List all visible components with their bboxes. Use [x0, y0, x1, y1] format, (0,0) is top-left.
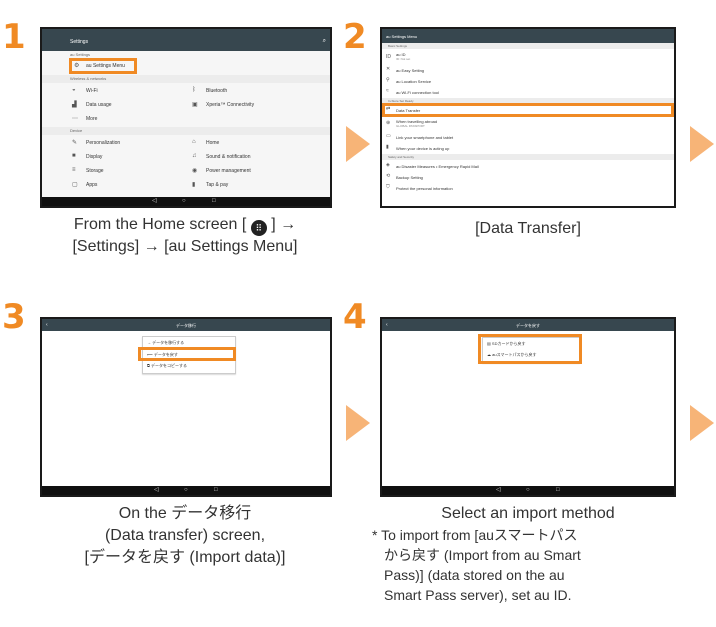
next-step-arrow — [346, 405, 370, 441]
tools-icon: ✕ — [386, 66, 391, 72]
search-icon[interactable]: ⌕ — [323, 38, 326, 45]
step4-note: * To import from [auスマートパス から戻す (Import … — [372, 527, 581, 603]
link-icon: ▭ — [386, 133, 391, 139]
shield-icon: ⛉ — [386, 184, 390, 190]
abroad-item[interactable]: ⊕ When travelling abroad GLOBAL PASSPORT — [382, 117, 674, 131]
next-step-arrow — [346, 126, 370, 162]
tap-pay-item[interactable]: ▮ Tap & pay — [42, 179, 330, 191]
step2-caption: [Data Transfer] — [475, 220, 581, 237]
location-service-item[interactable]: ⚲ au Location Service — [382, 76, 674, 86]
step-number-2: 2 — [343, 17, 367, 57]
home-nav-icon[interactable]: ○ — [182, 197, 186, 206]
disaster-item[interactable]: ◈ au Disaster Measures • Emergency Rapid … — [382, 161, 674, 171]
home-icon: ⌂ — [192, 139, 196, 145]
bluetooth-icon: ᛒ — [192, 87, 196, 93]
device-header: Device — [42, 127, 330, 135]
backup-item[interactable]: ⟲ Backup Setting — [382, 172, 674, 182]
tap-pay-icon: ▮ — [192, 182, 196, 188]
data-transfer-title: データ移行 — [176, 323, 196, 328]
recent-apps-icon[interactable]: □ — [556, 486, 560, 495]
sound-item[interactable]: ♫ Sound & notification — [42, 151, 330, 163]
step-number-4: 4 — [343, 297, 367, 337]
step4-caption: Select an import method — [441, 505, 615, 522]
home-nav-icon[interactable]: ○ — [184, 486, 188, 495]
step2-tablet-screenshot: au Settings Menu Basic Settings ID au ID… — [380, 27, 676, 208]
highlight-import-data — [138, 347, 236, 361]
navigation-bar: ◁ ○ □ — [382, 486, 674, 495]
step3-tablet-screenshot: ‹ データ移行 → データを移行する ⟵ データを戻す ⧉ データをコピーする … — [40, 317, 332, 497]
bluetooth-item[interactable]: ᛒ Bluetooth — [42, 85, 330, 97]
highlight-data-transfer — [382, 103, 674, 117]
highlight-import-options — [478, 334, 582, 364]
import-data-title: データを戻す — [516, 323, 540, 328]
next-step-arrow — [690, 126, 714, 162]
basic-settings-header: Basic Settings — [382, 43, 674, 49]
back-icon[interactable]: ◁ — [152, 197, 157, 206]
au-settings-menu-title: au Settings Menu — [386, 34, 418, 39]
copy-icon: ⧉ — [147, 363, 150, 368]
next-step-arrow — [690, 405, 714, 441]
back-icon[interactable]: ◁ — [496, 486, 501, 495]
recent-apps-icon[interactable]: □ — [214, 486, 218, 495]
navigation-bar: ◁ ○ □ — [42, 197, 330, 206]
recent-apps-icon[interactable]: □ — [212, 197, 216, 206]
location-pin-icon: ⚲ — [386, 77, 390, 83]
transfer-out-icon: → — [147, 340, 151, 345]
step-number-1: 1 — [2, 17, 26, 57]
navigation-bar: ◁ ○ □ — [42, 486, 330, 495]
more-icon: ⋯ — [72, 116, 78, 122]
safety-header: Safety and Security — [382, 154, 674, 160]
wireless-header: Wireless & networks — [42, 75, 330, 83]
easy-setting-item[interactable]: ✕ au Easy Setting — [382, 65, 674, 75]
apps-launcher-icon: ⠿ — [250, 220, 267, 236]
xperia-connectivity-item[interactable]: ▣ Xperia™ Connectivity — [42, 99, 330, 111]
backup-icon: ⟲ — [386, 173, 391, 179]
step-number-3: 3 — [2, 297, 26, 337]
option-transfer-data[interactable]: → データを移行する — [147, 338, 231, 347]
globe-icon: ⊕ — [386, 120, 391, 126]
step1-tablet-screenshot: Settings ⌕ au Settings ⚙ au Settings Men… — [40, 27, 332, 208]
more-item[interactable]: ⋯ More — [42, 113, 330, 125]
sound-icon: ♫ — [192, 153, 197, 159]
option-copy-data[interactable]: ⧉ データをコピーする — [147, 361, 231, 370]
id-icon: ID — [386, 54, 391, 60]
disaster-icon: ◈ — [386, 162, 390, 168]
settings-title: Settings — [70, 39, 89, 45]
protect-item[interactable]: ⛉ Protect the personal information — [382, 183, 674, 193]
highlight-au-settings-menu — [69, 58, 137, 74]
home-nav-icon[interactable]: ○ — [526, 486, 530, 495]
wifi-tool-item[interactable]: ≈ au Wi-Fi connection tool — [382, 87, 674, 97]
power-icon: ◉ — [192, 168, 198, 174]
step1-caption: From the Home screen [ ⠿ ] → [Settings] … — [72, 216, 298, 255]
device-icon: ▮ — [386, 144, 389, 150]
power-item[interactable]: ◉ Power management — [42, 165, 330, 177]
wifi-tool-icon: ≈ — [386, 88, 389, 94]
step4-tablet-screenshot: ‹ データを戻す ▤ SDカードから戻す ☁ auスマートパスから戻す ◁ ○ … — [380, 317, 676, 497]
acting-up-item[interactable]: ▮ When your device is acting up — [382, 143, 674, 153]
step3-caption: On the データ移行 (Data transfer) screen, [デー… — [84, 505, 286, 566]
connectivity-icon: ▣ — [192, 102, 198, 108]
home-item[interactable]: ⌂ Home — [42, 137, 330, 149]
au-id-item[interactable]: ID au ID ID: Not set — [382, 50, 674, 64]
link-phone-item[interactable]: ▭ Link your smartphone and tablet — [382, 132, 674, 142]
back-icon[interactable]: ◁ — [154, 486, 159, 495]
